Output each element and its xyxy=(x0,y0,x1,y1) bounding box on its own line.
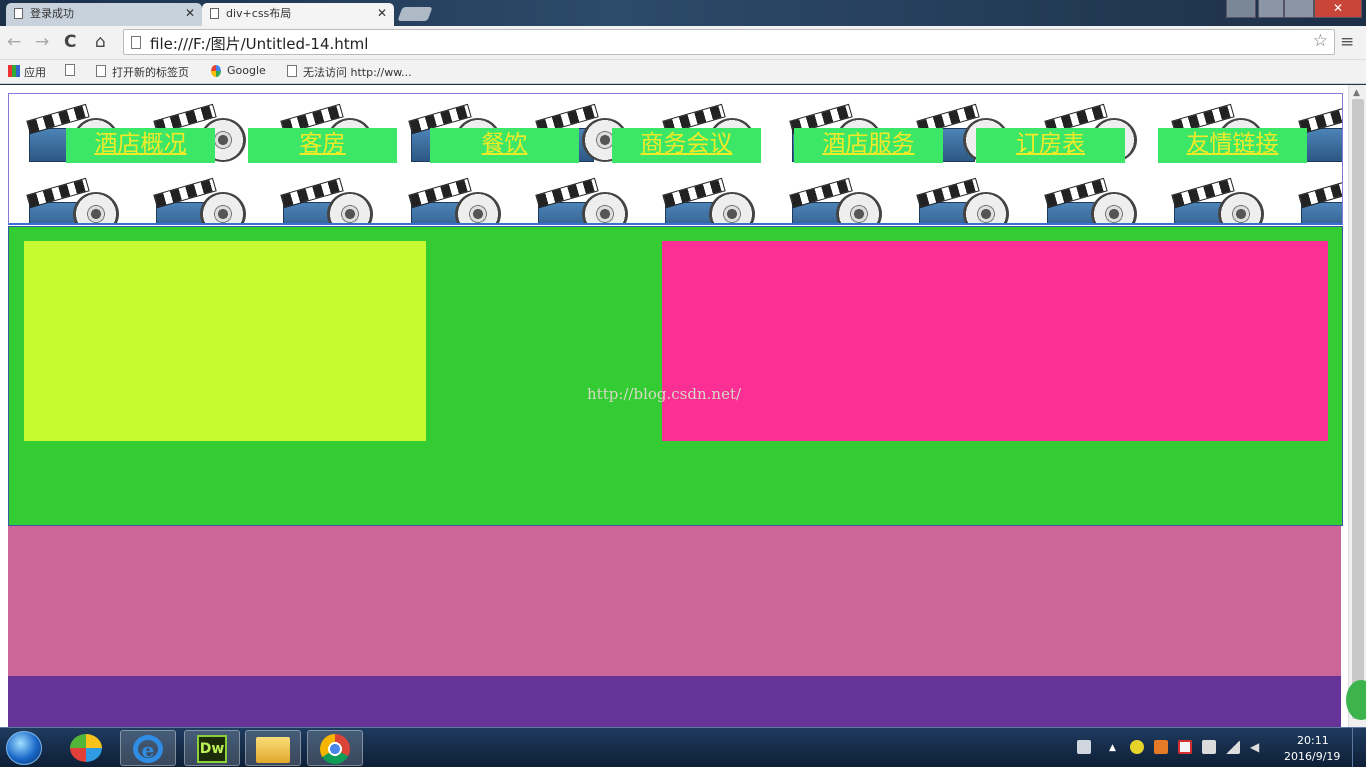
file-explorer-icon xyxy=(256,737,290,763)
system-tray: ▲ ◀ xyxy=(1075,736,1285,760)
document-icon xyxy=(65,64,75,76)
taskbar: e Dw ▲ ◀ 20:11 2016/9/19 xyxy=(0,727,1366,767)
vertical-scrollbar[interactable]: ▲ xyxy=(1348,85,1366,727)
minimize-button[interactable] xyxy=(1258,0,1284,18)
film-reel-icon xyxy=(535,177,632,223)
document-icon xyxy=(14,8,23,19)
bookmarks-bar: 应用 打开新的标签页 Google 无法访问 http://ww... xyxy=(0,60,1366,84)
new-tab-button[interactable] xyxy=(397,7,433,21)
home-icon[interactable]: ⌂ xyxy=(95,32,106,52)
address-text[interactable]: file:///F:/图片/Untitled-14.html xyxy=(150,33,368,54)
film-reel-icon xyxy=(153,177,250,223)
volume-icon[interactable]: ◀ xyxy=(1250,740,1264,754)
taskbar-app-explorer[interactable] xyxy=(245,730,301,766)
film-reel-icon xyxy=(916,177,1013,223)
taskbar-app-chrome[interactable] xyxy=(307,730,363,766)
scroll-thumb[interactable] xyxy=(1352,99,1364,719)
tab-login-success[interactable]: 登录成功 ✕ xyxy=(6,3,202,26)
user-profile-button[interactable] xyxy=(1226,0,1256,18)
film-reel-icon xyxy=(1298,177,1342,223)
taskbar-app-pinwheel[interactable] xyxy=(60,730,116,766)
bookmark-label: 打开新的标签页 xyxy=(112,66,189,79)
back-arrow-icon[interactable]: ← xyxy=(7,32,21,52)
tab-title: div+css布局 xyxy=(226,7,292,20)
tray-device-icon[interactable] xyxy=(1202,740,1216,754)
show-desktop-button[interactable] xyxy=(1352,728,1366,767)
bookmark-label: Google xyxy=(227,64,266,77)
bookmark-star-icon[interactable]: ☆ xyxy=(1313,31,1328,51)
close-tab-icon[interactable]: ✕ xyxy=(185,3,195,24)
close-tab-icon[interactable]: ✕ xyxy=(377,3,387,24)
bookmark-apps[interactable]: 应用 xyxy=(8,64,46,80)
clock-time[interactable]: 20:11 xyxy=(1297,734,1329,747)
show-hidden-icons-icon[interactable]: ▲ xyxy=(1109,743,1117,753)
film-reel-icon xyxy=(1171,177,1268,223)
start-button[interactable] xyxy=(6,731,42,765)
clock-date[interactable]: 2016/9/19 xyxy=(1284,750,1340,763)
network-icon[interactable] xyxy=(1226,740,1240,754)
right-content-box xyxy=(662,241,1328,441)
bookmark-google[interactable]: Google xyxy=(211,64,266,77)
csdn-watermark: http://blog.csdn.net/ xyxy=(587,385,742,403)
tray-app-icon[interactable] xyxy=(1130,740,1144,754)
nav-rooms[interactable]: 客房 xyxy=(248,128,397,163)
tray-flag-icon[interactable] xyxy=(1178,740,1192,754)
content-band xyxy=(8,526,1341,676)
apps-grid-icon xyxy=(8,65,20,77)
reload-icon[interactable]: C xyxy=(64,32,76,52)
document-icon xyxy=(287,65,297,77)
film-reel-icon xyxy=(1043,177,1141,223)
dreamweaver-icon: Dw xyxy=(197,735,227,763)
close-window-button[interactable]: ✕ xyxy=(1314,0,1362,18)
document-icon xyxy=(96,65,106,77)
film-reel-icon xyxy=(662,177,759,223)
page-info-icon[interactable] xyxy=(131,36,141,49)
internet-explorer-icon: e xyxy=(133,735,163,763)
menu-icon[interactable]: ≡ xyxy=(1340,32,1354,52)
film-reel-icon xyxy=(789,177,886,223)
taskbar-app-dreamweaver[interactable]: Dw xyxy=(184,730,240,766)
film-reel-icon xyxy=(407,177,505,223)
film-reel-icon xyxy=(280,177,377,223)
bookmark-new-tab-page[interactable]: 打开新的标签页 xyxy=(96,64,189,80)
nav-business-meetings[interactable]: 商务会议 xyxy=(612,128,761,163)
nav-friendly-links[interactable]: 友情链接 xyxy=(1158,128,1307,163)
nav-dining[interactable]: 餐饮 xyxy=(430,128,579,163)
footer-band xyxy=(8,676,1341,727)
nav-booking-form[interactable]: 订房表 xyxy=(976,128,1125,163)
bookmark-unreachable[interactable]: 无法访问 http://ww... xyxy=(287,64,412,80)
keyboard-icon[interactable] xyxy=(1077,740,1091,754)
taskbar-app-ie[interactable]: e xyxy=(120,730,176,766)
chrome-icon xyxy=(320,734,350,764)
tab-div-css-layout[interactable]: div+css布局 ✕ xyxy=(202,3,394,26)
pinwheel-app-icon xyxy=(70,734,102,762)
film-reel-icon xyxy=(26,177,123,223)
browser-toolbar: ← → C ⌂ file:///F:/图片/Untitled-14.html ☆… xyxy=(0,26,1366,60)
maximize-button[interactable] xyxy=(1284,0,1314,18)
bookmark-divider xyxy=(65,64,75,79)
left-content-box xyxy=(24,241,426,441)
scroll-up-arrow-icon[interactable]: ▲ xyxy=(1353,88,1360,98)
nav-hotel-overview[interactable]: 酒店概况 xyxy=(66,128,215,163)
document-icon xyxy=(210,8,219,19)
tray-app-icon[interactable] xyxy=(1154,740,1168,754)
window-titlebar: 登录成功 ✕ div+css布局 ✕ ✕ xyxy=(0,0,1366,26)
forward-arrow-icon[interactable]: → xyxy=(35,32,49,52)
main-section: http://blog.csdn.net/ xyxy=(8,226,1343,526)
bookmark-label: 应用 xyxy=(24,66,46,79)
address-bar[interactable]: file:///F:/图片/Untitled-14.html ☆ xyxy=(123,29,1335,55)
bookmark-label: 无法访问 http://ww... xyxy=(303,66,412,79)
google-icon xyxy=(211,65,221,77)
site-header: 酒店概况 客房 餐饮 商务会议 酒店服务 订房表 友情链接 xyxy=(8,93,1343,225)
tab-title: 登录成功 xyxy=(30,7,74,20)
nav-hotel-services[interactable]: 酒店服务 xyxy=(794,128,943,163)
page-viewport: 酒店概况 客房 餐饮 商务会议 酒店服务 订房表 友情链接 http://blo… xyxy=(0,85,1366,727)
